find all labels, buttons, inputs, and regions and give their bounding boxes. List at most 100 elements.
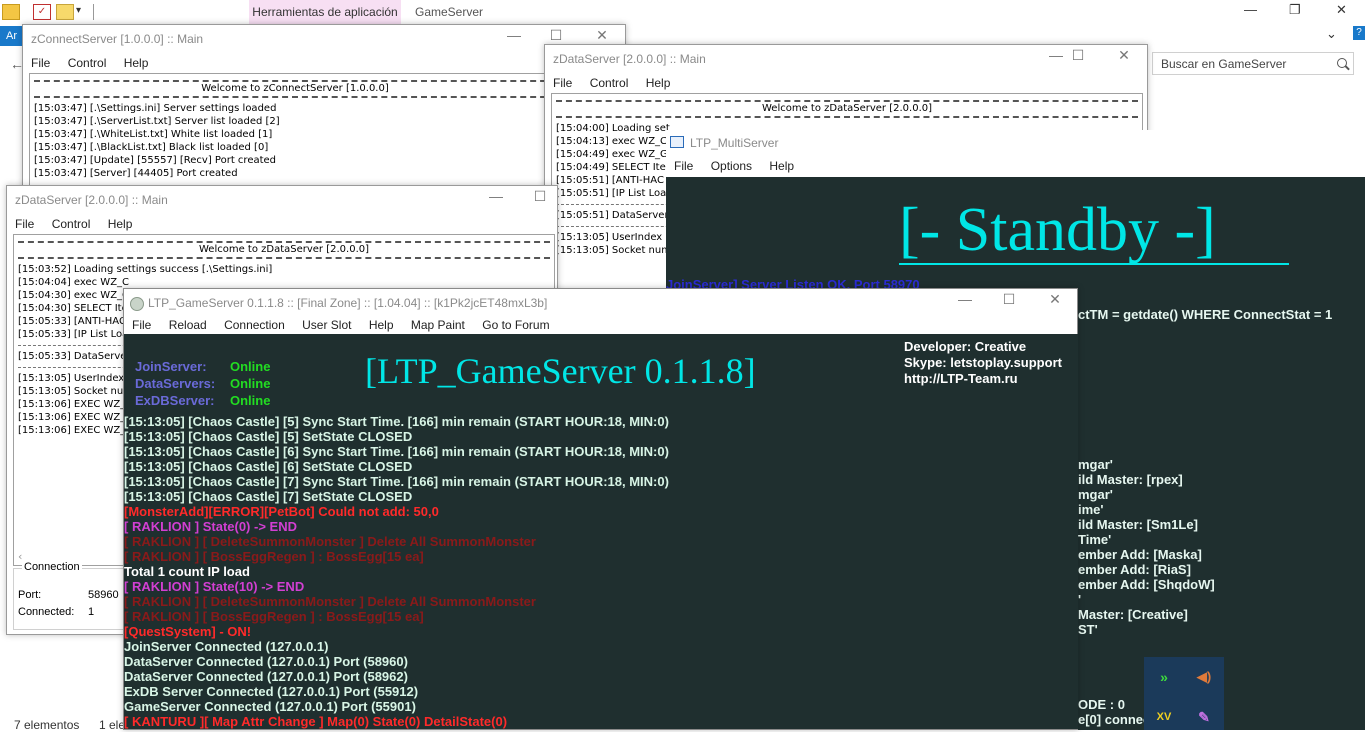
close-button[interactable]: ✕ xyxy=(1032,291,1078,308)
menu-help[interactable]: Help xyxy=(646,76,671,90)
window-title: GameServer xyxy=(415,5,484,19)
search-placeholder: Buscar en GameServer xyxy=(1161,57,1287,71)
log-line: [15:13:05] [Chaos Castle] [7] Sync Start… xyxy=(124,474,669,489)
status-dataservers: DataServers: Online xyxy=(135,376,270,391)
divider xyxy=(93,4,94,20)
maximize-button[interactable]: ☐ xyxy=(986,291,1032,308)
menu-options[interactable]: Options xyxy=(711,159,752,173)
new-folder-icon[interactable] xyxy=(56,4,74,20)
welcome-text: Welcome to zDataServer [2.0.0.0] xyxy=(761,103,933,114)
menu-help[interactable]: Help xyxy=(124,56,149,70)
minimize-button[interactable]: — xyxy=(473,188,519,204)
menu-control[interactable]: Control xyxy=(590,76,629,90)
skype-line: Skype: letstoplay.support xyxy=(904,355,1062,370)
menu-reload[interactable]: Reload xyxy=(169,318,207,332)
maximize-button[interactable]: ☐ xyxy=(1055,47,1101,64)
close-button[interactable]: ✕ xyxy=(1101,47,1147,64)
log-line: [15:13:05] [Chaos Castle] [7] SetState C… xyxy=(124,489,413,504)
menu-file[interactable]: File xyxy=(31,56,50,70)
log-line: [15:13:05] [Chaos Castle] [5] SetState C… xyxy=(124,429,413,444)
maximize-button[interactable]: ❐ xyxy=(1289,2,1301,18)
menu-control[interactable]: Control xyxy=(52,217,91,231)
menu-help[interactable]: Help xyxy=(108,217,133,231)
menu-help[interactable]: Help xyxy=(369,318,394,332)
window-title: zDataServer [2.0.0.0] :: Main xyxy=(553,52,706,66)
window-title: zConnectServer [1.0.0.0] :: Main xyxy=(31,32,204,46)
title-bar[interactable]: LTP_MultiServer xyxy=(666,130,1365,154)
close-button[interactable]: ✕ xyxy=(579,27,625,44)
log-line: ember Add: [RiaS] xyxy=(1078,562,1191,577)
log-line: DataServer Connected (127.0.0.1) Port (5… xyxy=(124,654,408,669)
app-icon xyxy=(670,136,684,148)
menu-user-slot[interactable]: User Slot xyxy=(302,318,351,332)
status-value: Online xyxy=(230,359,271,374)
properties-icon[interactable]: ✓ xyxy=(33,4,51,20)
log-line: mgar' xyxy=(1078,457,1113,472)
window-title: LTP_GameServer 0.1.1.8 :: [Final Zone] :… xyxy=(148,296,548,310)
minimize-button[interactable]: — xyxy=(942,291,988,307)
menu-file[interactable]: File xyxy=(674,159,693,173)
log-line: ild Master: [Sm1Le] xyxy=(1078,517,1198,532)
status-key: DataServers: xyxy=(135,376,216,391)
log-line: ExDB Server Connected (127.0.0.1) Port (… xyxy=(124,684,419,699)
log-line: [MonsterAdd][ERROR][PetBot] Could not ad… xyxy=(124,504,439,519)
minimize-button[interactable]: — xyxy=(1244,2,1257,17)
minimize-button[interactable]: — xyxy=(491,27,537,43)
menu-map-paint[interactable]: Map Paint xyxy=(411,318,465,332)
menu-control[interactable]: Control xyxy=(68,56,107,70)
close-button[interactable]: ✕ xyxy=(1336,2,1347,18)
standby-underline xyxy=(899,263,1289,265)
log-line: GameServer Connected (127.0.0.1) Port (5… xyxy=(124,699,416,714)
maximize-button[interactable]: ☐ xyxy=(533,27,579,44)
chevron-down-icon[interactable]: ▾ xyxy=(76,4,86,18)
title-bar[interactable]: LTP_GameServer 0.1.1.8 :: [Final Zone] :… xyxy=(124,289,1077,317)
log-line: ild Master: [rpex] xyxy=(1078,472,1183,487)
tab-application-tools[interactable]: Herramientas de aplicación xyxy=(249,0,401,24)
log-line: JoinServer Connected (127.0.0.1) xyxy=(124,639,329,654)
log-line: [15:13:05] [Chaos Castle] [6] SetState C… xyxy=(124,459,413,474)
log-line: mgar' xyxy=(1078,487,1113,502)
help-icon[interactable]: ? xyxy=(1353,26,1365,40)
speaker-icon[interactable]: ◀) xyxy=(1194,667,1214,687)
log-line: [15:13:05] [Chaos Castle] [5] Sync Start… xyxy=(124,414,669,429)
menu-connection[interactable]: Connection xyxy=(224,318,285,332)
feather-icon[interactable]: ✎ xyxy=(1194,707,1214,727)
gameserver-banner: [LTP_GameServer 0.1.1.8] xyxy=(365,351,756,391)
divider xyxy=(18,257,550,259)
title-bar[interactable]: zConnectServer [1.0.0.0] :: Main — ☐ ✕ xyxy=(23,25,625,53)
search-icon[interactable] xyxy=(1337,58,1347,68)
log-line: [ RAKLION ] State(0) -> END xyxy=(124,519,297,534)
log-line: Master: [Creative] xyxy=(1078,607,1188,622)
zconnect-window[interactable]: zConnectServer [1.0.0.0] :: Main — ☐ ✕ F… xyxy=(22,24,626,215)
developer-line: Developer: Creative xyxy=(904,339,1027,354)
xv-icon[interactable]: XV xyxy=(1154,707,1174,727)
connect-stat-line: ctTM = getdate() WHERE ConnectStat = 1 xyxy=(1078,307,1333,322)
log-line: [QuestSystem] - ON! xyxy=(124,624,252,639)
divider xyxy=(556,116,1138,118)
menu-file[interactable]: File xyxy=(132,318,151,332)
menu-file[interactable]: File xyxy=(553,76,572,90)
menu-file[interactable]: File xyxy=(15,217,34,231)
welcome-text: Welcome to zDataServer [2.0.0.0] xyxy=(198,244,370,255)
chevron-down-icon[interactable]: ⌄ xyxy=(1326,26,1337,42)
log-line: [15:03:47] [Update] [55557] [Recv] Port … xyxy=(34,155,277,166)
menu-help[interactable]: Help xyxy=(769,159,794,173)
mode-line: ODE : 0 xyxy=(1078,697,1125,712)
log-line: [ RAKLION ] [ DeleteSummonMonster ] Dele… xyxy=(124,594,536,609)
log-line: DataServer Connected (127.0.0.1) Port (5… xyxy=(124,669,408,684)
log-line: [15:03:47] [.\BlackList.txt] Black list … xyxy=(34,142,269,153)
title-bar[interactable]: zDataServer [2.0.0.0] :: Main — ☐ ✕ xyxy=(545,45,1147,73)
search-input[interactable]: Buscar en GameServer xyxy=(1152,52,1354,75)
standby-title: [- Standby -] xyxy=(899,196,1216,264)
menu-bar: File Reload Connection User Slot Help Ma… xyxy=(124,315,1077,335)
log-line: ' xyxy=(1078,592,1082,607)
file-tab[interactable]: Ar xyxy=(0,26,22,46)
title-bar[interactable]: zDataServer [2.0.0.0] :: Main — ☐ xyxy=(7,186,557,214)
folder-icon[interactable] xyxy=(2,4,20,20)
forward-icon[interactable]: » xyxy=(1154,667,1174,687)
menu-go-to-forum[interactable]: Go to Forum xyxy=(482,318,549,332)
gameserver-window[interactable]: LTP_GameServer 0.1.1.8 :: [Final Zone] :… xyxy=(123,288,1078,730)
menu-bar: File Control Help xyxy=(545,73,1147,93)
maximize-button[interactable]: ☐ xyxy=(517,188,563,205)
divider xyxy=(34,96,556,98)
